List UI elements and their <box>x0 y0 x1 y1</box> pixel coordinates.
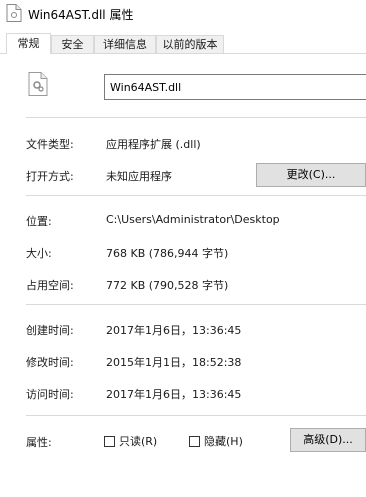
size-value: 768 KB (786,944 字节) <box>106 247 229 260</box>
dll-file-icon <box>28 72 48 96</box>
accessed-value: 2017年1月6日，13:36:45 <box>106 388 242 401</box>
created-label: 创建时间: <box>26 324 74 337</box>
divider <box>26 415 366 416</box>
window-title: Win64AST.dll 属性 <box>28 8 134 22</box>
tab-security[interactable]: 安全 <box>51 35 94 53</box>
general-tab-panel: 文件类型: 应用程序扩展 (.dll) 打开方式: 未知应用程序 更改(C)..… <box>0 54 366 497</box>
opens-with-label: 打开方式: <box>26 170 74 183</box>
tab-general[interactable]: 常规 <box>6 33 51 54</box>
size-on-disk-label: 占用空间: <box>26 279 74 292</box>
hidden-checkbox-label: 隐藏(H) <box>204 435 243 448</box>
checkbox-box[interactable] <box>104 435 115 447</box>
readonly-checkbox-label: 只读(R) <box>119 435 158 448</box>
tab-bar: 常规 安全 详细信息 以前的版本 <box>0 33 366 54</box>
size-label: 大小: <box>26 247 52 260</box>
tab-details[interactable]: 详细信息 <box>94 35 156 53</box>
tab-previous-versions[interactable]: 以前的版本 <box>156 35 224 53</box>
title-bar: Win64AST.dll 属性 <box>0 0 366 30</box>
divider <box>26 304 366 305</box>
readonly-checkbox[interactable]: 只读(R) <box>104 433 157 449</box>
checkbox-box[interactable] <box>189 435 200 447</box>
modified-label: 修改时间: <box>26 356 74 369</box>
divider <box>26 195 366 196</box>
hidden-checkbox[interactable]: 隐藏(H) <box>189 433 243 449</box>
advanced-button[interactable]: 高级(D)... <box>290 428 366 452</box>
size-on-disk-value: 772 KB (790,528 字节) <box>106 279 229 292</box>
location-label: 位置: <box>26 215 52 228</box>
file-type-label: 文件类型: <box>26 138 74 151</box>
modified-value: 2015年1月1日，18:52:38 <box>106 356 242 369</box>
filename-field[interactable] <box>104 74 366 100</box>
location-value: C:\Users\Administrator\Desktop <box>106 213 280 226</box>
created-value: 2017年1月6日，13:36:45 <box>106 324 242 337</box>
file-type-value: 应用程序扩展 (.dll) <box>106 138 201 151</box>
divider <box>26 117 366 118</box>
accessed-label: 访问时间: <box>26 388 74 401</box>
opens-with-value: 未知应用程序 <box>106 170 172 183</box>
document-icon <box>6 4 22 22</box>
attributes-label: 属性: <box>26 436 52 449</box>
change-button[interactable]: 更改(C)... <box>256 163 366 187</box>
